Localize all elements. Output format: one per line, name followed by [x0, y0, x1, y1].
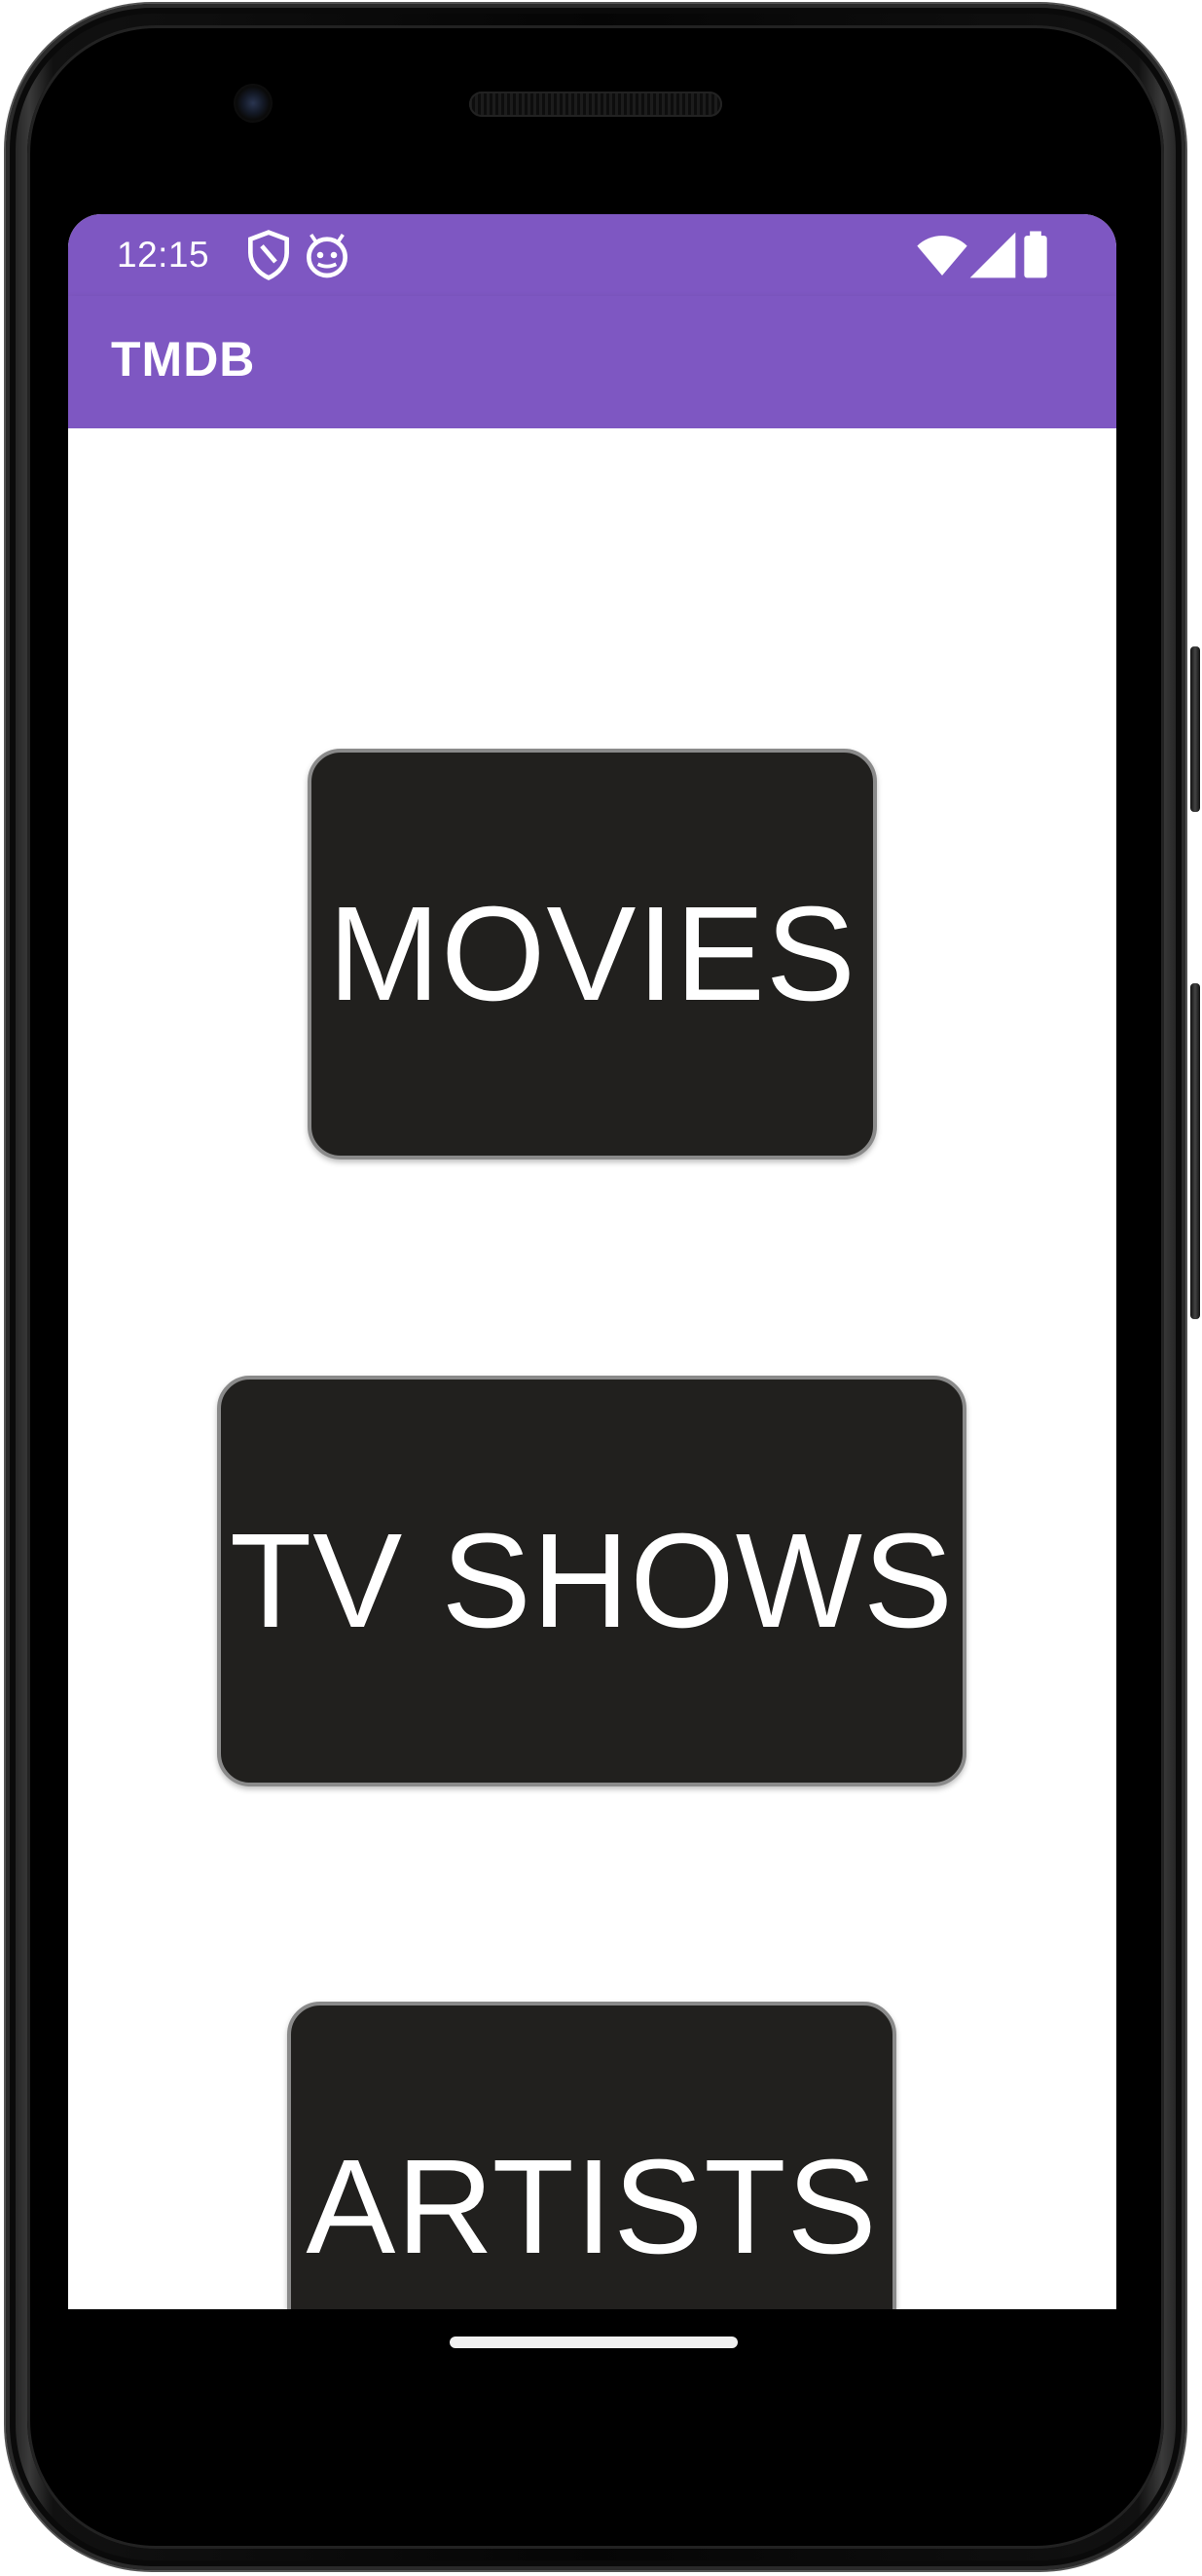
tv-shows-button[interactable]: TV SHOWS — [217, 1376, 966, 1786]
app-title: TMDB — [111, 332, 256, 386]
earpiece-speaker — [469, 92, 722, 117]
wifi-icon — [915, 228, 969, 282]
navigation-bar — [68, 2309, 1116, 2426]
home-gesture-handle[interactable] — [450, 2337, 738, 2348]
shield-icon — [241, 228, 296, 282]
android-icon — [300, 228, 354, 282]
status-bar: 12:15 — [68, 214, 1116, 296]
movies-button[interactable]: MOVIES — [308, 749, 877, 1159]
screen: 12:15 TMDB MOVIES TV SHOWS ARTISTS — [68, 214, 1116, 2309]
battery-icon — [1008, 228, 1063, 282]
app-bar: TMDB — [68, 296, 1116, 428]
front-camera — [234, 84, 273, 123]
artists-button[interactable]: ARTISTS — [287, 2002, 896, 2309]
tv-shows-button-label: TV SHOWS — [229, 1505, 955, 1656]
status-time: 12:15 — [117, 235, 210, 275]
movies-button-label: MOVIES — [328, 878, 856, 1029]
main-content: MOVIES TV SHOWS ARTISTS — [68, 428, 1116, 2309]
volume-button — [1190, 646, 1200, 812]
artists-button-label: ARTISTS — [306, 2131, 878, 2282]
power-button — [1190, 983, 1200, 1319]
